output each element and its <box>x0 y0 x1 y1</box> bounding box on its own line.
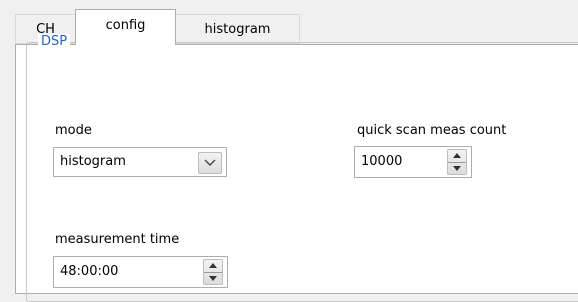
mode-combobox[interactable]: histogram <box>53 147 227 177</box>
measurement-time-value: 48:00:00 <box>60 264 119 279</box>
tab-label: config <box>105 18 146 33</box>
quick-scan-spin-buttons <box>447 149 467 175</box>
triangle-down-icon[interactable] <box>448 163 466 175</box>
mode-label: mode <box>55 123 92 138</box>
quick-scan-value: 10000 <box>361 154 403 169</box>
chevron-down-glyph <box>204 159 216 166</box>
chevron-down-icon[interactable] <box>198 152 222 174</box>
tab-bar: CH config histogram <box>0 0 578 45</box>
dsp-group-title: DSP <box>38 34 71 50</box>
quick-scan-spinbox[interactable]: 10000 <box>354 146 472 178</box>
tab-label: histogram <box>204 21 271 37</box>
tab-histogram[interactable]: histogram <box>176 14 300 44</box>
triangle-up-icon[interactable] <box>204 260 222 273</box>
triangle-up-icon[interactable] <box>448 150 466 163</box>
measurement-time-spin-buttons <box>203 259 223 285</box>
measurement-time-label: measurement time <box>55 232 180 247</box>
measurement-time-spinbox[interactable]: 48:00:00 <box>53 256 228 288</box>
tab-config[interactable]: config <box>75 9 176 45</box>
quick-scan-label: quick scan meas count <box>357 123 507 138</box>
mode-value: histogram <box>60 154 126 169</box>
triangle-down-icon[interactable] <box>204 273 222 285</box>
